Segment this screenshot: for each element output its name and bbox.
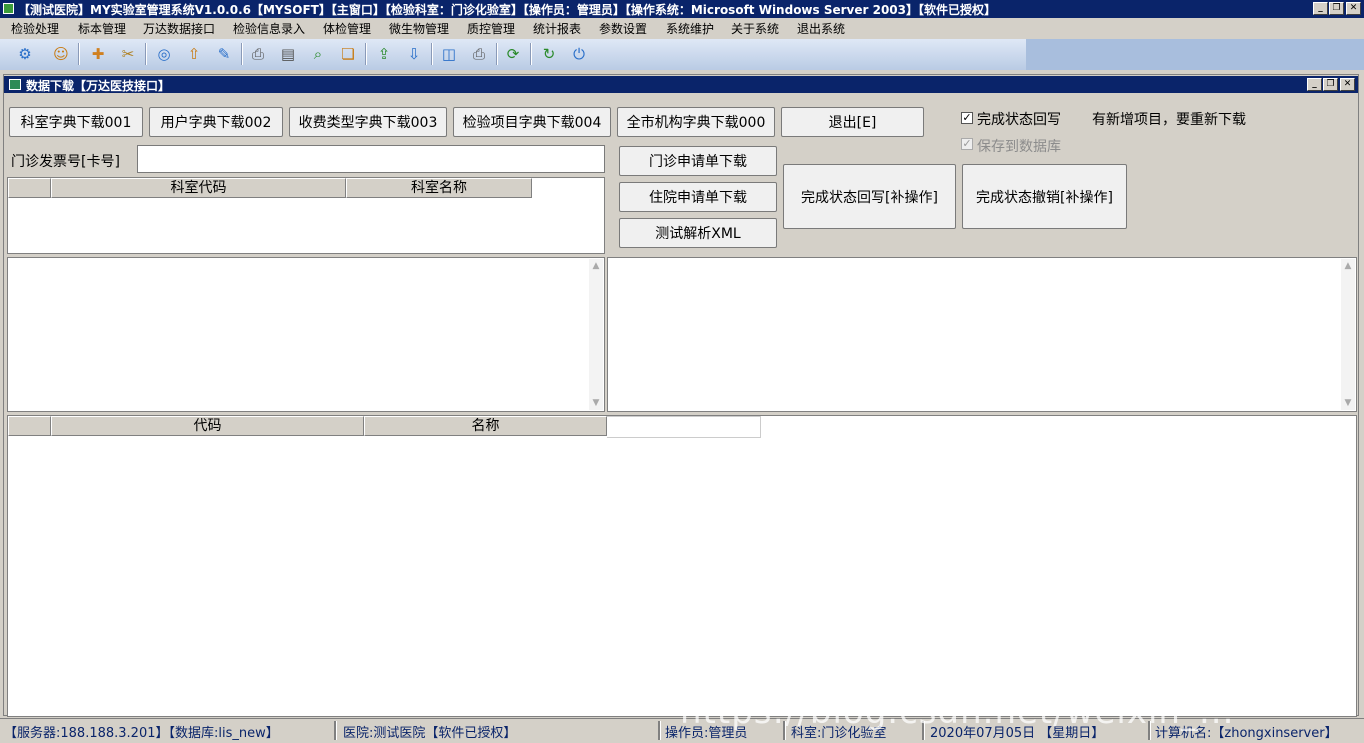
power-icon[interactable]: ⏻ [568,43,590,65]
edit-icon[interactable]: ✎ [213,43,235,65]
status-writeback-button[interactable]: 完成状态回写[补操作] [783,164,956,229]
toolbar-spacer [1026,39,1364,70]
invoice-label: 门诊发票号[卡号] [11,154,120,170]
status-writeback-label[interactable]: 完成状态回写 [977,109,1061,129]
exit-button[interactable]: 退出[E] [781,107,924,137]
org-dict-download-button[interactable]: 全市机构字典下载000 [617,107,775,137]
user-dict-download-button[interactable]: 用户字典下载002 [149,107,283,137]
menu-bar: 检验处理 标本管理 万达数据接口 检验信息录入 体检管理 微生物管理 质控管理 … [0,18,1364,38]
toolbar-separator [496,43,498,65]
menu-item-parameters[interactable]: 参数设置 [599,20,647,37]
dept-grid[interactable]: 科室代码 科室名称 [7,177,605,254]
status-hospital: 医院:测试医院【软件已授权】 [343,726,517,741]
menu-item-quality-control[interactable]: 质控管理 [467,20,515,37]
invoice-input[interactable] [137,145,605,173]
refresh-icon[interactable]: ⟳ [502,43,524,65]
toolbar-separator [241,43,243,65]
printer-icon[interactable]: ⎙ [468,43,490,65]
child-window-title: 数据下载【万达医技接口】 [26,79,171,93]
code-header[interactable]: 代码 [51,416,364,436]
dept-code-header[interactable]: 科室代码 [51,178,346,198]
export-icon[interactable]: ⇪ [373,43,395,65]
right-pane-scrollbar[interactable]: ▲ ▼ [1341,259,1355,410]
menu-item-maintenance[interactable]: 系统维护 [666,20,714,37]
fee-dict-download-button[interactable]: 收费类型字典下载003 [289,107,447,137]
toolbar-separator [78,43,80,65]
menu-item-exit[interactable]: 退出系统 [797,20,845,37]
import-icon[interactable]: ⇩ [403,43,425,65]
settings-icon[interactable]: ⚙ [14,43,36,65]
menu-item-specimen[interactable]: 标本管理 [78,20,126,37]
print-preview-icon[interactable]: ▤ [277,43,299,65]
left-text-pane[interactable]: ▲ ▼ [7,257,605,412]
scroll-down-icon[interactable]: ▼ [589,396,603,410]
print-icon[interactable]: ⎙ [247,43,269,65]
row-indicator-header [8,178,51,198]
child-restore-button[interactable]: ❐ [1323,78,1338,91]
empty-header-cell [607,416,761,438]
right-text-pane[interactable]: ▲ ▼ [607,257,1357,412]
status-writeback-checkbox[interactable]: ✓ [961,112,973,124]
toolbar-separator [431,43,433,65]
inpatient-request-download-button[interactable]: 住院申请单下载 [619,182,777,212]
outpatient-request-download-button[interactable]: 门诊申请单下载 [619,146,777,176]
menu-item-microbiology[interactable]: 微生物管理 [389,20,449,37]
minimize-button[interactable]: _ [1313,2,1328,15]
toolbar-separator [365,43,367,65]
copy-icon[interactable]: ❏ [337,43,359,65]
child-title-bar[interactable]: 数据下载【万达医技接口】 _ ❐ ✕ [4,76,1358,93]
tools-icon[interactable]: ✂ [117,43,139,65]
menu-item-test-entry[interactable]: 检验信息录入 [233,20,305,37]
scroll-up-icon[interactable]: ▲ [589,259,603,273]
user-icon[interactable]: ☺ [50,43,72,65]
globe-icon[interactable]: ◎ [153,43,175,65]
window-title-bar[interactable]: 【测试医院】MY实验室管理系统V1.0.0.6【MYSOFT】【主窗口】【检验科… [0,0,1364,18]
window-title: 【测试医院】MY实验室管理系统V1.0.0.6【MYSOFT】【主窗口】【检验科… [18,3,996,17]
dept-dict-download-button[interactable]: 科室字典下载001 [9,107,143,137]
left-pane-scrollbar[interactable]: ▲ ▼ [589,259,603,410]
code-name-grid[interactable]: 代码 名称 [7,415,1357,717]
child-close-button[interactable]: ✕ [1340,78,1355,91]
sync-icon[interactable]: ↻ [538,43,560,65]
row-indicator-header [8,416,51,436]
toolbar-separator [145,43,147,65]
menu-item-about[interactable]: 关于系统 [731,20,779,37]
name-header[interactable]: 名称 [364,416,607,436]
item-dict-download-button[interactable]: 检验项目字典下载004 [453,107,611,137]
upload-icon[interactable]: ⇧ [183,43,205,65]
app-icon [3,3,14,14]
toolbar-separator [530,43,532,65]
status-server: 【服务器:188.188.3.201】【数据库:lis_new】 [4,726,279,741]
dept-name-header[interactable]: 科室名称 [346,178,532,198]
find-icon[interactable]: ⌕ [307,43,329,65]
child-window-icon [9,79,21,90]
menu-item-physical-exam[interactable]: 体检管理 [323,20,371,37]
menu-item-test-processing[interactable]: 检验处理 [11,20,59,37]
child-minimize-button[interactable]: _ [1307,78,1322,91]
test-parse-xml-button[interactable]: 测试解析XML [619,218,777,248]
save-db-label: 保存到数据库 [977,139,1061,155]
new-doc-icon[interactable]: ✚ [87,43,109,65]
menu-item-wanda-interface[interactable]: 万达数据接口 [143,20,215,37]
status-separator [658,721,661,740]
status-cancel-button[interactable]: 完成状态撤销[补操作] [962,164,1127,229]
close-button[interactable]: ✕ [1346,2,1361,15]
save-db-checkbox: ✓ [961,137,973,150]
preview-icon[interactable]: ◫ [438,43,460,65]
scroll-down-icon[interactable]: ▼ [1341,396,1355,410]
scroll-up-icon[interactable]: ▲ [1341,259,1355,273]
toolbar: ⚙ ☺ ✚ ✂ ◎ ⇧ ✎ ⎙ ▤ ⌕ ❏ ⇪ ⇩ ◫ ⎙ ⟳ ↻ ⏻ [0,39,1364,70]
menu-item-reports[interactable]: 统计报表 [533,20,581,37]
watermark-text: https://blog.csdn.net/weixin_... [680,692,1235,732]
new-items-note: 有新增项目，要重新下载 [1092,112,1246,128]
restore-button[interactable]: ❐ [1329,2,1344,15]
status-separator [334,721,337,740]
